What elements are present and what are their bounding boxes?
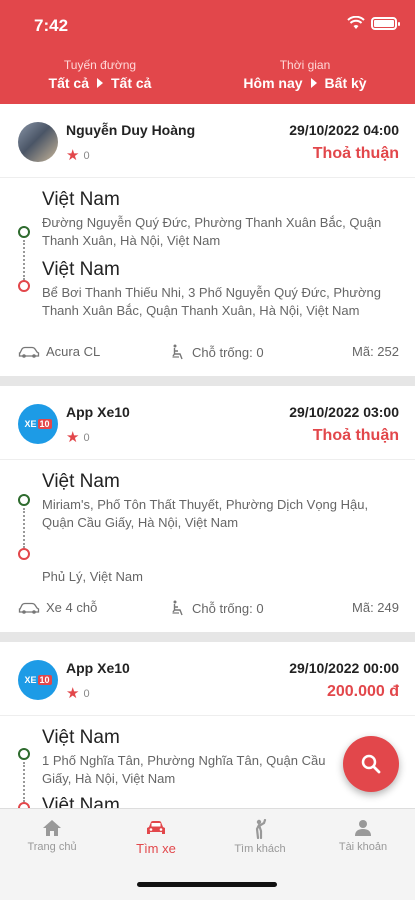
rating: ★ 0: [66, 430, 90, 445]
vehicle-name: Acura CL: [46, 344, 101, 359]
arrow-right-icon: [310, 78, 317, 88]
car-icon: [18, 346, 40, 358]
rating-value: 0: [83, 431, 90, 444]
nav-item-home[interactable]: Trang chủ: [0, 819, 104, 853]
vehicle-name: Xe 4 chỗ: [46, 600, 98, 615]
origin-dot-icon: [18, 226, 30, 238]
trip-list[interactable]: Nguyễn Duy Hoàng ★ 0 29/10/2022 04:00 Th…: [0, 104, 415, 808]
search-icon: [361, 754, 381, 774]
seats-info: Chỗ trống: 0: [172, 600, 264, 616]
status-icons: [347, 16, 400, 30]
seats-info: Chỗ trống: 0: [172, 344, 264, 360]
nav-label: Tìm khách: [234, 843, 286, 855]
origin-address: Miriam's, Phố Tôn Thất Thuyết, Phường Dị…: [42, 497, 369, 530]
star-icon: ★: [66, 429, 80, 446]
destination-address: Bể Bơi Thanh Thiếu Nhi, 3 Phố Nguyễn Quý…: [42, 285, 381, 318]
home-icon: [43, 820, 61, 836]
nav-item-account[interactable]: Tài khoản: [311, 819, 415, 853]
trip-code: Mã: 249: [352, 600, 399, 615]
rating-value: 0: [83, 687, 90, 700]
star-icon: ★: [66, 685, 80, 702]
destination-address: Phủ Lý, Việt Nam: [42, 569, 143, 584]
nav-label: Tài khoản: [338, 841, 388, 853]
avatar: [18, 122, 58, 162]
xe10-logo-avatar: XE 10: [18, 660, 58, 700]
driver-name: App Xe10: [66, 660, 130, 676]
trip-card[interactable]: Nguyễn Duy Hoàng ★ 0 29/10/2022 04:00 Th…: [0, 104, 415, 376]
destination-dot-icon: [18, 548, 30, 560]
hail-icon: [255, 819, 267, 839]
xe10-logo-avatar: XE 10: [18, 404, 58, 444]
rating: ★ 0: [66, 686, 90, 701]
car-icon: [18, 602, 40, 614]
origin-dot-icon: [18, 494, 30, 506]
seat-icon: [172, 600, 183, 616]
origin-title: Việt Nam: [42, 727, 120, 748]
status-time: 7:42: [34, 16, 69, 35]
rating: ★ 0: [66, 148, 90, 163]
origin-dot-icon: [18, 748, 30, 760]
seats-available: Chỗ trống: 0: [192, 600, 264, 616]
star-icon: ★: [66, 147, 80, 164]
header: 7:42 Tuyến đường Tất cả Tất cả Thời gian…: [0, 0, 415, 104]
search-fab-button[interactable]: [343, 736, 399, 792]
trip-datetime: 29/10/2022 03:00: [289, 404, 399, 420]
time-filter[interactable]: Thời gian Hôm nay Bất kỳ: [235, 58, 375, 91]
trip-card[interactable]: XE 10 App Xe10 ★ 0 29/10/2022 03:00 Thoả …: [0, 386, 415, 632]
trip-price: Thoả thuận: [312, 427, 399, 444]
time-filter-label: Thời gian: [279, 58, 331, 72]
trip-datetime: 29/10/2022 00:00: [289, 660, 399, 676]
seats-available: Chỗ trống: 0: [192, 344, 264, 360]
driver-name: Nguyễn Duy Hoàng: [66, 122, 196, 138]
rating-value: 0: [83, 149, 90, 162]
trip-price: Thoả thuận: [312, 145, 399, 162]
vehicle-info: Xe 4 chỗ: [18, 600, 97, 615]
car-icon: [147, 821, 165, 834]
nav-label: Tìm xe: [136, 841, 176, 856]
origin-title: Việt Nam: [42, 471, 120, 492]
trip-price: 200.000 đ: [326, 683, 399, 700]
route-from: Tất cả: [48, 75, 89, 91]
arrow-right-icon: [97, 78, 103, 88]
destination-title: Việt Nam: [42, 259, 120, 280]
person-icon: [355, 820, 371, 836]
driver-name: App Xe10: [66, 404, 130, 420]
wifi-icon: [347, 16, 365, 29]
route-filter[interactable]: Tuyến đường Tất cả Tất cả: [40, 58, 160, 91]
nav-label: Trang chủ: [27, 841, 77, 853]
trip-datetime: 29/10/2022 04:00: [289, 122, 399, 138]
nav-item-find-passenger[interactable]: Tìm khách: [208, 819, 312, 855]
battery-icon: [371, 16, 400, 30]
vehicle-info: Acura CL: [18, 344, 100, 359]
route-filter-label: Tuyến đường: [63, 58, 137, 72]
origin-address: Đường Nguyễn Quý Đức, Phường Thanh Xuân …: [42, 215, 382, 248]
time-from: Hôm nay: [243, 75, 303, 91]
nav-item-find-car[interactable]: Tìm xe: [104, 819, 208, 856]
route-to: Tất cả: [111, 75, 152, 91]
time-to: Bất kỳ: [324, 75, 367, 91]
destination-title: Việt Nam: [42, 795, 120, 808]
home-indicator: [137, 882, 277, 887]
trip-code: Mã: 252: [352, 344, 399, 359]
origin-title: Việt Nam: [42, 189, 120, 210]
seat-icon: [172, 344, 183, 360]
destination-dot-icon: [18, 280, 30, 292]
